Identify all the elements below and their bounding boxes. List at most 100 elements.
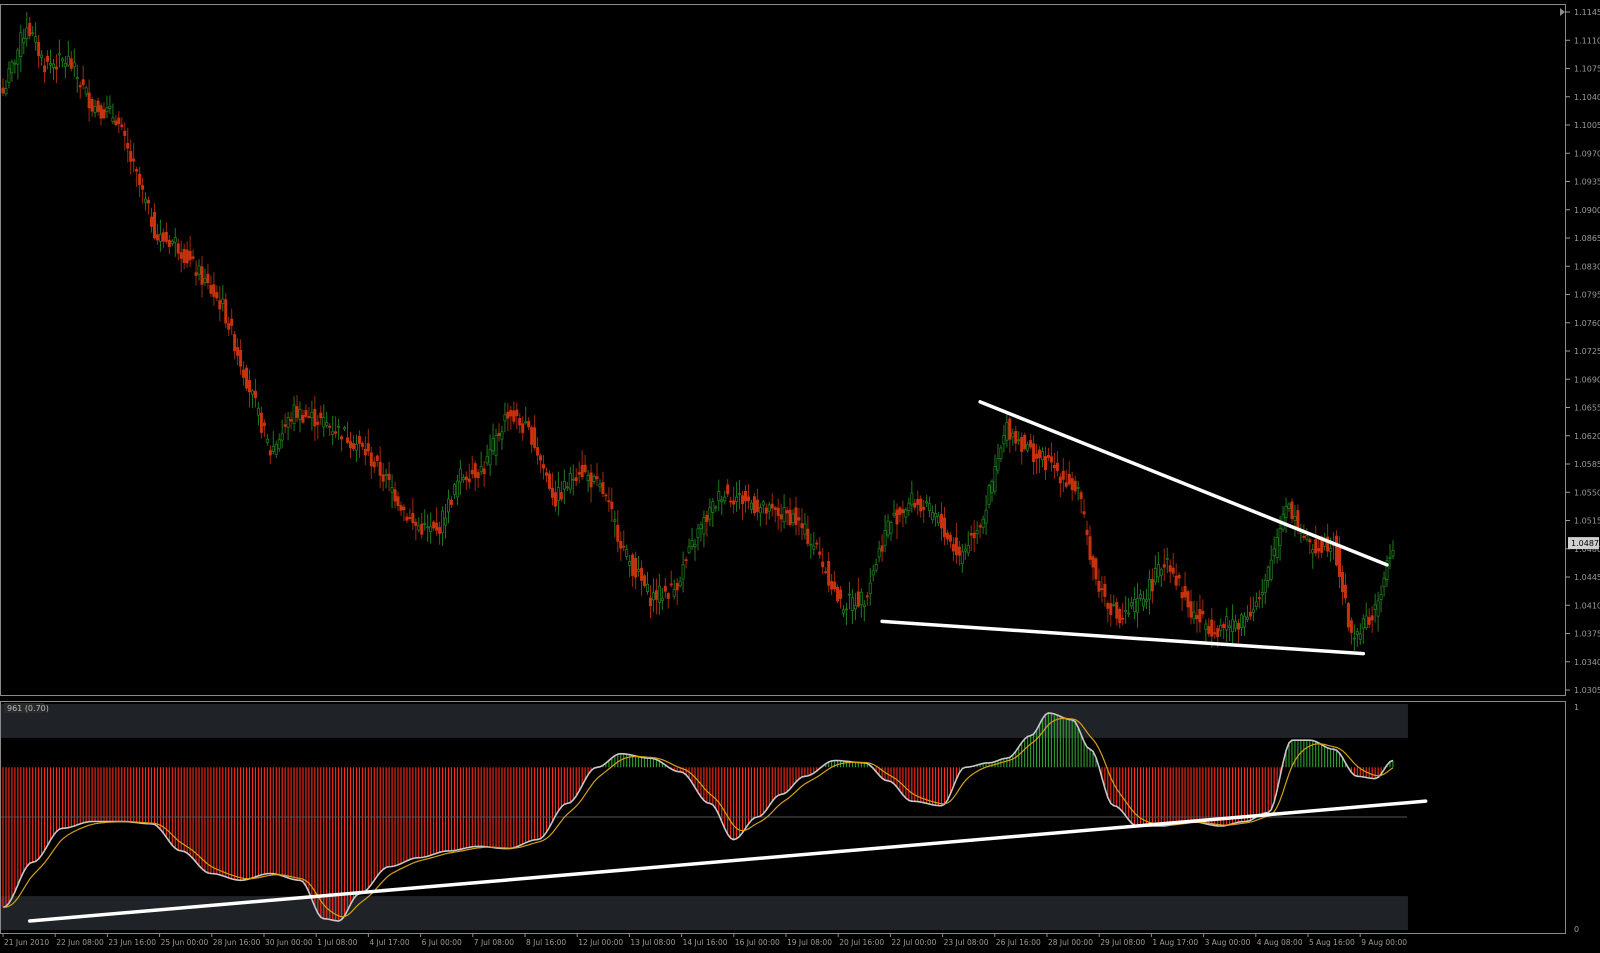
candle-body xyxy=(423,523,427,525)
candle-body xyxy=(60,58,64,62)
candle-body xyxy=(643,575,647,587)
candle-body xyxy=(310,412,314,419)
candle-body xyxy=(1165,557,1169,560)
candle-body xyxy=(547,473,551,489)
candle-body xyxy=(827,561,831,586)
time-tick-label: 5 Aug 16:00 xyxy=(1309,938,1355,947)
candle-body xyxy=(1231,619,1235,632)
indicator-tick-label: 0 xyxy=(1574,925,1579,934)
candle-body xyxy=(337,425,341,428)
candle-body xyxy=(372,461,376,468)
candle-body xyxy=(533,427,537,448)
candle-body xyxy=(746,496,750,502)
price-tick-label: 1.0375 xyxy=(1574,630,1600,639)
candle-body xyxy=(1082,511,1086,515)
price-tick-label: 1.0935 xyxy=(1574,178,1600,187)
candle-body xyxy=(877,548,881,558)
candle-body xyxy=(31,32,35,35)
candle-body xyxy=(43,65,47,73)
candle-body xyxy=(895,509,899,525)
candle-body xyxy=(1002,434,1006,445)
candle-body xyxy=(1195,614,1199,620)
candle-body xyxy=(256,407,260,416)
candle-body xyxy=(972,532,976,539)
candle-body xyxy=(940,513,944,529)
price-tick-label: 1.1145 xyxy=(1574,8,1600,17)
candle-body xyxy=(114,120,118,125)
candle-body xyxy=(1023,434,1027,449)
candle-body xyxy=(702,517,706,535)
candle-body xyxy=(286,416,290,428)
candle-body xyxy=(239,350,243,367)
candle-body xyxy=(812,545,816,550)
candle-body xyxy=(1174,575,1178,586)
candle-body xyxy=(776,507,780,516)
candle-body xyxy=(782,507,786,523)
candle-body xyxy=(444,517,448,526)
candle-body xyxy=(524,421,528,424)
candle-body xyxy=(93,106,97,113)
candle-body xyxy=(687,546,691,553)
candle-body xyxy=(194,272,198,276)
candle-body xyxy=(414,521,418,526)
candle-body xyxy=(521,423,525,433)
candle-body xyxy=(72,62,76,68)
candle-body xyxy=(215,292,219,299)
candle-body xyxy=(22,37,26,44)
candle-body xyxy=(147,199,151,204)
candle-body xyxy=(794,507,798,525)
candle-body xyxy=(405,516,409,521)
candle-body xyxy=(1260,592,1264,596)
candle-body xyxy=(839,589,843,599)
candle-body xyxy=(1032,443,1036,463)
time-tick-label: 16 Jul 00:00 xyxy=(735,938,780,947)
candle-body xyxy=(634,558,638,578)
candle-body xyxy=(108,105,112,109)
candle-body xyxy=(1136,597,1140,613)
candle-body xyxy=(40,54,44,58)
candle-body xyxy=(1118,609,1122,624)
candle-body xyxy=(619,540,623,549)
candle-body xyxy=(230,318,234,326)
candle-body xyxy=(865,595,869,598)
candle-body xyxy=(144,198,148,203)
candle-body xyxy=(711,501,715,513)
candle-body xyxy=(248,380,252,393)
candle-body xyxy=(1100,588,1104,591)
candle-body xyxy=(675,583,679,591)
candle-body xyxy=(435,522,439,531)
candle-body xyxy=(574,477,578,482)
time-tick-label: 19 Jul 08:00 xyxy=(787,938,832,947)
candle-body xyxy=(446,498,450,513)
time-tick-label: 23 Jul 08:00 xyxy=(944,938,989,947)
candle-body xyxy=(874,563,878,571)
candle-body xyxy=(393,489,397,502)
candle-body xyxy=(28,22,32,36)
time-tick-label: 30 Jun 00:00 xyxy=(265,938,313,947)
candle-body xyxy=(928,503,932,511)
candle-body xyxy=(990,480,994,494)
candle-body xyxy=(384,474,388,476)
candle-body xyxy=(197,265,201,275)
candle-body xyxy=(1302,536,1306,538)
candle-body xyxy=(209,285,213,294)
candle-body xyxy=(984,509,988,524)
candle-body xyxy=(545,472,549,476)
candle-body xyxy=(366,443,370,452)
candle-body xyxy=(245,367,249,389)
price-tick-label: 1.1075 xyxy=(1574,65,1600,74)
candle-body xyxy=(283,424,287,427)
indicator-panel: 961 (0.70) xyxy=(0,701,1566,934)
candle-body xyxy=(102,109,106,119)
candle-body xyxy=(978,525,982,528)
candle-body xyxy=(1064,482,1068,487)
candle-body xyxy=(735,496,739,502)
price-tick-label: 1.0970 xyxy=(1574,149,1600,158)
candle-body xyxy=(1076,486,1080,489)
candle-body xyxy=(1216,628,1220,638)
candle-body xyxy=(360,442,364,447)
time-tick-label: 3 Aug 00:00 xyxy=(1205,938,1251,947)
time-tick-label: 25 Jun 00:00 xyxy=(161,938,209,947)
candle-body xyxy=(1352,637,1356,640)
candle-body xyxy=(164,231,168,242)
